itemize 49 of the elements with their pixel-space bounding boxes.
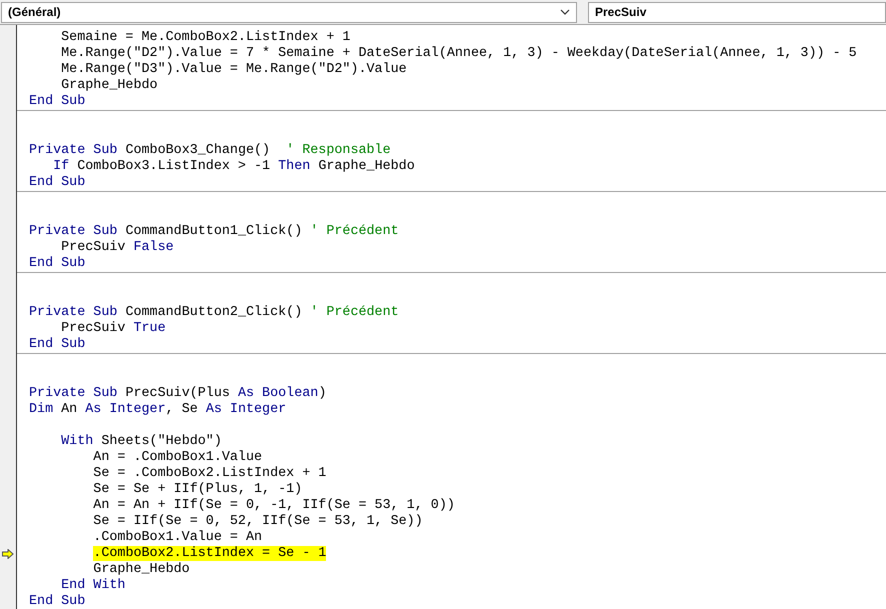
code-text: ComboBox3_Change() <box>124 143 272 158</box>
code-text: Se = .ComboBox2.ListIndex + 1 <box>92 466 326 481</box>
code-keyword: Private Sub <box>29 386 118 401</box>
code-text: PrecSuiv <box>60 321 126 336</box>
code-keyword: As Integer <box>85 402 166 417</box>
code-text: CommandButton2_Click() <box>125 305 304 320</box>
code-text: Sheets("Hebdo") <box>100 434 222 449</box>
code-text: An = .ComboBox1.Value <box>92 450 262 465</box>
code-keyword: End Sub <box>29 94 86 109</box>
caret-icon <box>560 9 570 15</box>
code-text: .ComboBox1.Value = An <box>92 530 262 545</box>
code-keyword: If <box>52 159 70 174</box>
code-text: CommandButton1_Click() <box>124 224 304 239</box>
code-keyword: End Sub <box>29 256 86 271</box>
code-keyword: End Sub <box>29 594 86 609</box>
code-text: , Se <box>166 402 199 417</box>
code-text: Graphe_Hebdo <box>92 562 190 577</box>
procedure-dropdown[interactable]: PrecSuiv <box>588 2 886 22</box>
code-keyword: False <box>133 240 174 255</box>
code-keyword: End Sub <box>29 337 86 352</box>
code-text: PrecSuiv(Plus <box>124 386 231 401</box>
code-keyword: Private Sub <box>29 305 118 320</box>
code-text: An <box>60 402 78 417</box>
code-keyword: Private Sub <box>29 143 118 158</box>
code-text: ComboBox3.ListIndex > -1 <box>76 159 272 174</box>
code-keyword: Private Sub <box>29 224 118 239</box>
code-text: Me.Range("D2").Value = 7 * Semaine + DateSerial(Annee, 1, 3) - Weekday(DateSerial(Annee, 1, 3)) - 5 <box>60 46 857 61</box>
code-keyword: End Sub <box>29 175 86 190</box>
code-comment: ' Responsable <box>286 143 391 158</box>
code-keyword: Dim <box>29 402 54 417</box>
code-keyword: Then <box>278 159 310 174</box>
code-keyword: With <box>60 434 94 449</box>
code-text: Se = IIf(Se = 0, 52, IIf(Se = 53, 1, Se)) <box>92 514 423 529</box>
code-comment: ' Précédent <box>310 224 399 239</box>
object-dropdown[interactable]: (Général) <box>1 2 577 22</box>
code-text: Se = Se + IIf(Plus, 1, -1) <box>92 482 302 497</box>
code-text: PrecSuiv <box>60 240 126 255</box>
code-keyword: End With <box>60 578 126 593</box>
code-text: Me.Range("D3").Value = Me.Range("D2").Value <box>60 62 407 77</box>
code-text: Semaine = Me.ComboBox2.ListIndex + 1 <box>60 30 350 45</box>
code-keyword: As Integer <box>206 402 286 417</box>
code-text: Graphe_Hebdo <box>317 159 415 174</box>
code-keyword: As Boolean <box>238 386 318 401</box>
code-text: ) <box>318 386 326 401</box>
highlighted-code: .ComboBox2.ListIndex = Se - 1 <box>93 546 326 561</box>
code-text: Graphe_Hebdo <box>60 78 158 93</box>
code-keyword: True <box>133 321 166 336</box>
code-text: An = An + IIf(Se = 0, -1, IIf(Se = 53, 1, 0)) <box>92 498 455 513</box>
code-comment: ' Précédent <box>310 305 399 320</box>
